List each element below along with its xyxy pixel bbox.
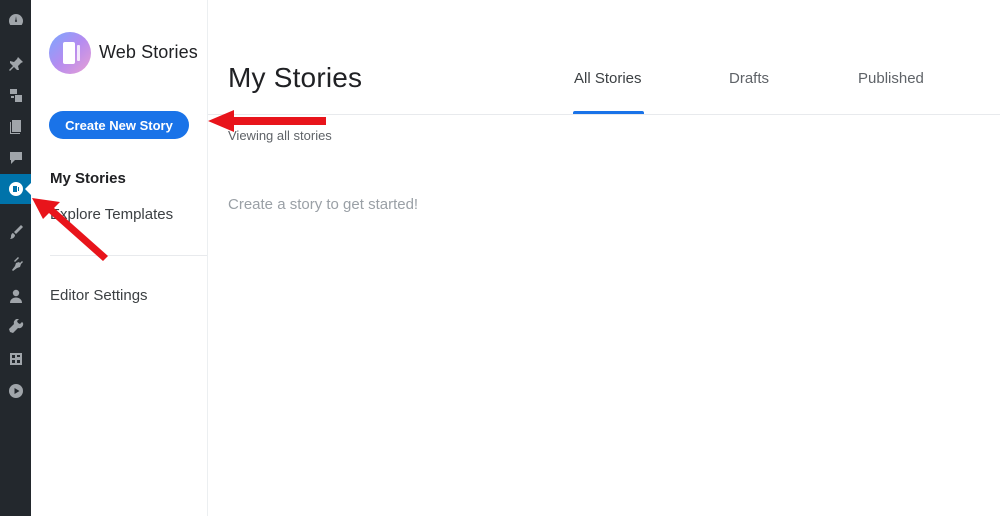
- comments-icon[interactable]: [0, 144, 31, 172]
- settings-icon[interactable]: [0, 345, 31, 373]
- users-icon[interactable]: [0, 282, 31, 310]
- plugins-icon[interactable]: [0, 250, 31, 278]
- page-title: My Stories: [228, 62, 363, 93]
- pages-icon[interactable]: [0, 113, 31, 141]
- pin-icon[interactable]: [0, 50, 31, 78]
- media-icon[interactable]: [0, 81, 31, 109]
- play-icon[interactable]: [0, 377, 31, 405]
- annotation-arrow-left-icon: [208, 110, 326, 132]
- sidebar-item-my-stories[interactable]: My Stories: [50, 170, 126, 187]
- dashboard-icon[interactable]: [0, 6, 31, 34]
- sidebar-item-editor-settings[interactable]: Editor Settings: [50, 287, 148, 304]
- tab-published[interactable]: Published: [858, 70, 924, 87]
- tools-icon[interactable]: [0, 313, 31, 341]
- web-stories-logo-icon: [49, 32, 91, 74]
- empty-state-message: Create a story to get started!: [228, 196, 419, 213]
- create-new-story-button[interactable]: Create New Story: [49, 111, 189, 139]
- web-stories-icon[interactable]: [0, 175, 31, 203]
- annotation-arrow-diagonal-icon: [32, 198, 108, 261]
- tab-drafts[interactable]: Drafts: [729, 70, 769, 87]
- appearance-icon[interactable]: [0, 218, 31, 246]
- tab-all-stories[interactable]: All Stories: [574, 70, 642, 87]
- brand-name: Web Stories: [99, 42, 198, 62]
